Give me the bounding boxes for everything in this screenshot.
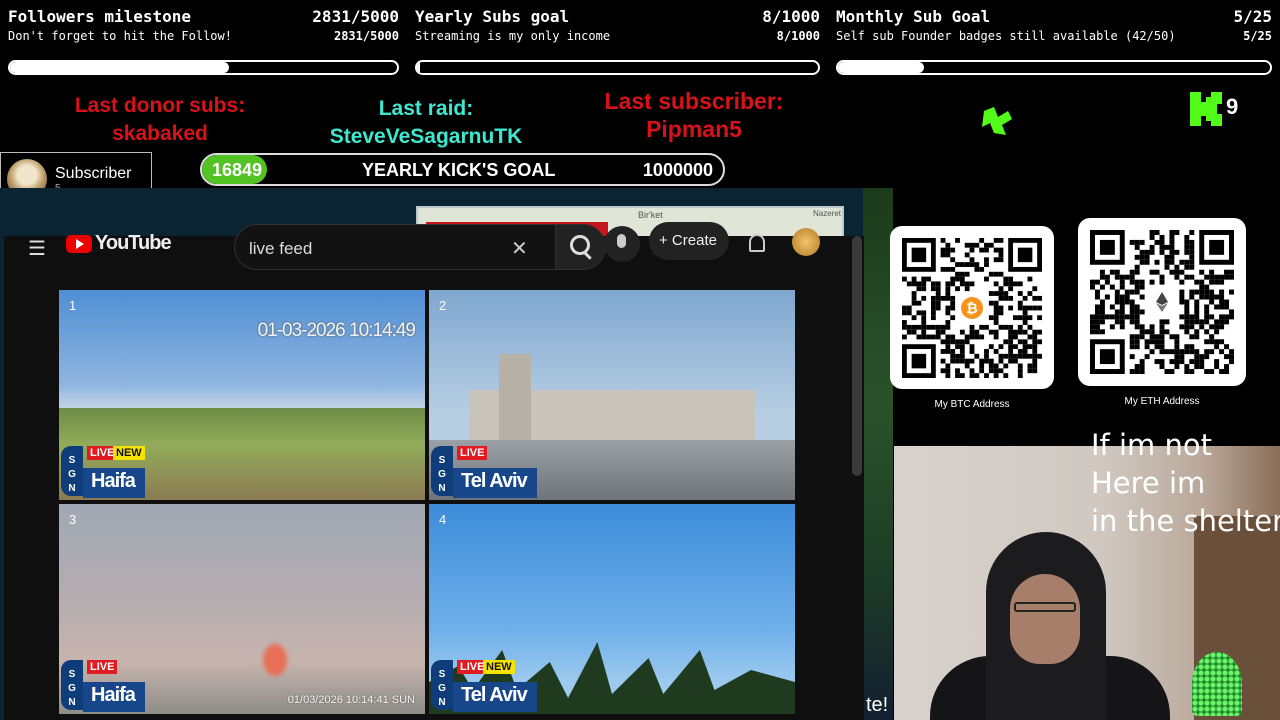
camera-feed[interactable]: 1 01-03-2026 10:14:49 SGN LIVE NEW Haifa: [59, 290, 425, 500]
goal-count: 5/25: [1233, 7, 1272, 26]
goal-count: 8/1000: [762, 7, 820, 26]
goal-subtitle: Don't forget to hit the Follow!: [8, 29, 232, 43]
search-input[interactable]: live feed: [249, 239, 312, 259]
youtube-window: ☰ YouTube live feed ✕ + Create 1 01-03-2…: [4, 222, 864, 720]
shelter-line: If im not: [1091, 428, 1212, 462]
subscriber-title: Subscriber: [55, 164, 132, 182]
youtube-logo-text: YouTube: [95, 232, 172, 254]
kick-arrow-icon: [982, 107, 1012, 135]
goal-count-small: 8/1000: [776, 29, 820, 43]
shelter-line: in the shelter: [1091, 504, 1280, 538]
new-badge: NEW: [483, 660, 515, 674]
last-subscriber-label: Last subscriber:: [604, 88, 784, 114]
camera-feed[interactable]: 2 SGN LIVE Tel Aviv: [429, 290, 795, 500]
btc-label: My BTC Address: [934, 399, 1010, 410]
youtube-logo[interactable]: YouTube: [66, 232, 172, 255]
goal-subtitle: Streaming is my only income: [415, 29, 611, 43]
camera-tag: SGN LIVE NEW Tel Aviv: [431, 660, 545, 712]
goal-title: Yearly Subs goal: [415, 7, 570, 26]
camera-timestamp: 01-03-2026 10:14:49: [257, 320, 416, 341]
svg-text:₿: ₿: [966, 301, 977, 317]
kicks-goal-current: 16849: [212, 160, 263, 180]
monthly-sub-goal: Monthly Sub Goal 5/25 Self sub Founder ba…: [836, 0, 1272, 80]
goal-progress-fill: [838, 62, 925, 73]
goal-title: Monthly Sub Goal: [836, 7, 991, 26]
search-bar[interactable]: live feed ✕: [234, 224, 606, 270]
last-donor-alert: Last donor subs: skabaked: [40, 92, 280, 148]
sgn-logo: SGN: [61, 446, 83, 496]
last-raid-alert: Last raid: SteveVeSagarnuTK: [306, 95, 546, 151]
menu-icon[interactable]: ☰: [28, 236, 46, 261]
kicks-goal-bar: 16849 YEARLY KICK'S GOAL 1000000: [200, 153, 725, 186]
followers-goal: Followers milestone 2831/5000 Don't forge…: [8, 0, 399, 80]
camera-city: Tel Aviv: [453, 682, 537, 712]
notifications-icon[interactable]: [749, 234, 765, 252]
create-button[interactable]: + Create: [649, 222, 729, 260]
kicks-goal-label: YEARLY KICK'S GOAL: [362, 160, 556, 180]
background-strip: [863, 188, 893, 720]
last-raid-label: Last raid:: [378, 97, 474, 120]
last-donor-label: Last donor subs:: [74, 94, 246, 117]
last-subscriber-name: Pipman5: [646, 116, 742, 142]
clear-search-icon[interactable]: ✕: [511, 236, 528, 261]
goal-progress-bar: [415, 60, 820, 75]
goal-progress-bar: [836, 60, 1272, 75]
last-subscriber-alert: Last subscriber: Pipman5: [574, 87, 814, 143]
eth-label: My ETH Address: [1124, 396, 1200, 407]
sgn-logo: SGN: [431, 660, 453, 710]
sgn-logo: SGN: [61, 660, 83, 710]
microphone-icon[interactable]: [604, 226, 640, 262]
last-donor-name: skabaked: [112, 122, 208, 145]
camera-feed[interactable]: 4 SGN LIVE NEW Tel Aviv: [429, 504, 795, 714]
camera-tag: SGN LIVE NEW Haifa: [61, 446, 175, 498]
scrollbar[interactable]: [852, 236, 862, 476]
kick-count: 9: [1226, 94, 1239, 119]
ethereum-icon: [1149, 289, 1175, 315]
shelter-message: If im not Here im in the shelter: [1091, 426, 1280, 540]
camera-number: 1: [69, 298, 77, 313]
goal-progress-fill: [417, 62, 421, 73]
kicks-goal-target: 1000000: [642, 160, 713, 180]
goal-progress-fill: [10, 62, 230, 73]
goal-count-small: 2831/5000: [333, 29, 399, 43]
goal-progress-bar: [8, 60, 399, 75]
camera-city: Haifa: [83, 468, 145, 498]
camera-number: 2: [439, 298, 447, 313]
camera-feed[interactable]: 3 01/03/2026 10:14:41 SUN SGN LIVE Haifa: [59, 504, 425, 714]
search-icon[interactable]: [555, 225, 605, 269]
live-badge: LIVE: [87, 660, 118, 674]
camera-city: Tel Aviv: [453, 468, 537, 498]
youtube-play-icon: [66, 234, 92, 253]
camera-tag: SGN LIVE Haifa: [61, 660, 175, 712]
sgn-logo: SGN: [431, 446, 453, 496]
youtube-header: ☰ YouTube live feed ✕ + Create: [4, 222, 864, 286]
goal-count-small: 5/25: [1243, 29, 1272, 43]
last-raid-name: SteveVeSagarnuTK: [329, 125, 523, 148]
eth-qr-code: [1078, 218, 1246, 386]
goal-count: 2831/5000: [312, 7, 399, 26]
goal-title: Followers milestone: [8, 7, 192, 26]
new-badge: NEW: [113, 446, 145, 460]
btc-qr-code: ₿: [890, 226, 1054, 389]
yearly-subs-goal: Yearly Subs goal 8/1000 Streaming is my o…: [415, 0, 820, 80]
kick-logo-icon: [1190, 92, 1222, 126]
plant-decoration: [1192, 652, 1242, 716]
bitcoin-icon: ₿: [959, 295, 985, 321]
map-label: Nazeret: [813, 209, 842, 218]
shelter-line: Here im: [1091, 466, 1206, 500]
account-avatar[interactable]: [792, 228, 820, 256]
camera-timestamp: 01/03/2026 10:14:41 SUN: [287, 694, 415, 706]
camera-city: Haifa: [83, 682, 145, 712]
cut-off-text: te!: [866, 694, 889, 716]
camera-tag: SGN LIVE Tel Aviv: [431, 446, 545, 498]
goal-subtitle: Self sub Founder badges still available …: [836, 29, 1176, 43]
map-label: Bir'ket: [638, 210, 663, 220]
camera-number: 3: [69, 512, 77, 527]
camera-grid: 1 01-03-2026 10:14:49 SGN LIVE NEW Haifa…: [59, 290, 795, 720]
camera-number: 4: [439, 512, 447, 527]
live-badge: LIVE: [457, 446, 488, 460]
